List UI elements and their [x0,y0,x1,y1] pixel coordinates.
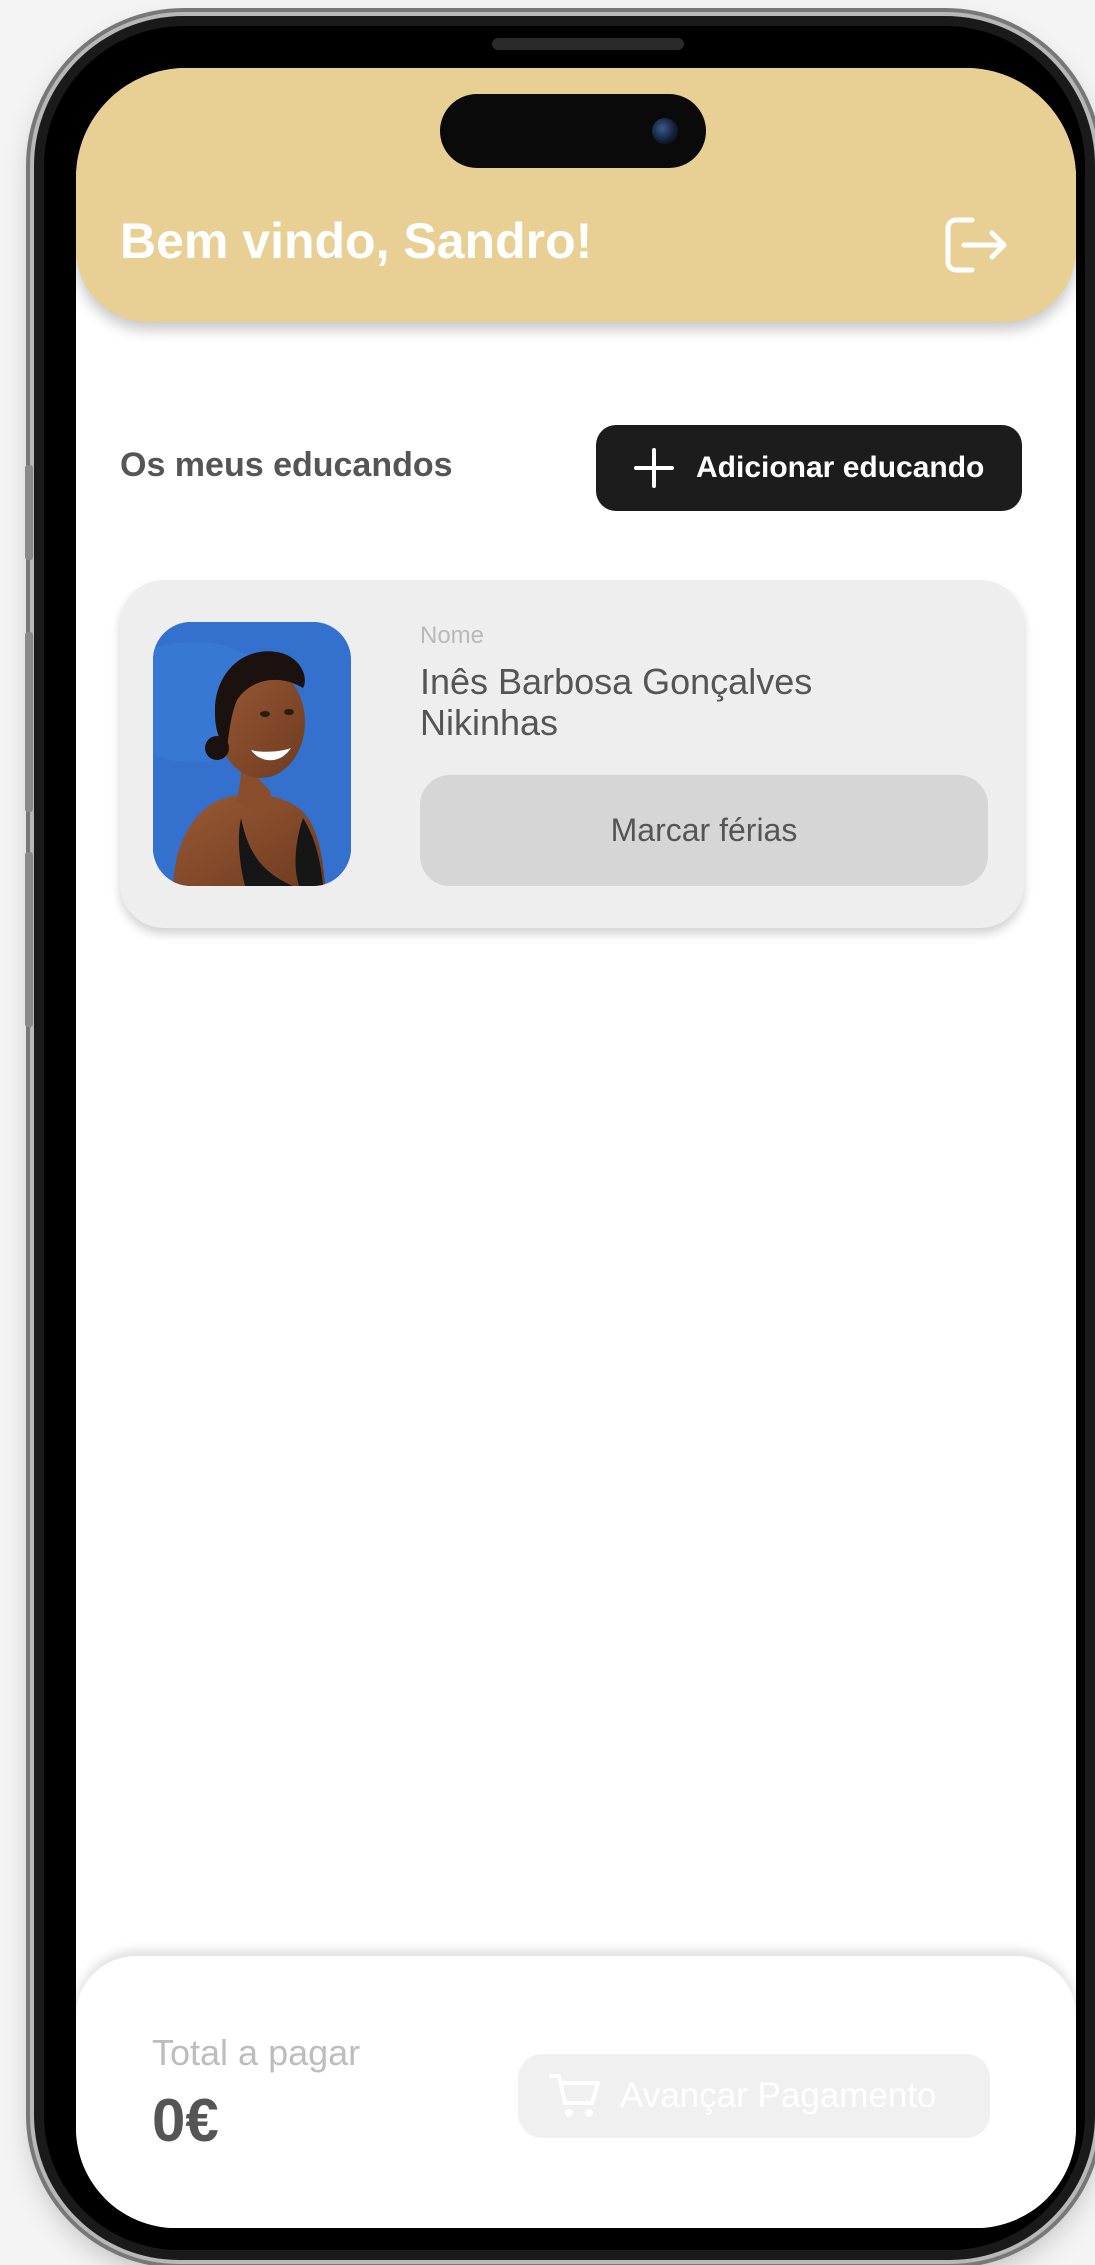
add-student-button-label: Adicionar educando [696,451,985,484]
total-amount: 0€ [152,2087,219,2154]
mute-switch [25,465,33,560]
welcome-greeting: Bem vindo, Sandro! [120,213,593,269]
logout-button[interactable] [942,214,1012,276]
student-avatar [153,622,351,886]
dynamic-island [440,94,706,168]
student-card: Nome Inês Barbosa Gonçalves Nikinhas Mar… [120,580,1024,928]
volume-up-button [25,632,33,812]
payment-bar: Total a pagar 0€ Avançar Pagamento [76,1956,1076,2228]
speaker-grille [492,38,684,50]
students-section-title: Os meus educandos [120,446,453,484]
proceed-payment-button[interactable]: Avançar Pagamento [518,2054,990,2138]
front-camera [652,118,678,144]
plus-icon [634,448,674,488]
app-screen: Bem vindo, Sandro! Os meus educandos Adi… [76,68,1076,2228]
volume-down-button [25,852,33,1027]
student-name: Inês Barbosa Gonçalves Nikinhas [420,661,813,743]
cart-icon [549,2074,600,2117]
mark-vacation-button[interactable]: Marcar férias [420,775,988,886]
student-name-caption: Nome [420,622,485,649]
logout-icon [945,217,1007,273]
total-label: Total a pagar [152,2032,361,2073]
app-header: Bem vindo, Sandro! [76,68,1076,322]
proceed-payment-label: Avançar Pagamento [620,2076,937,2115]
add-student-button[interactable]: Adicionar educando [596,425,1022,511]
student-photo [153,622,351,886]
